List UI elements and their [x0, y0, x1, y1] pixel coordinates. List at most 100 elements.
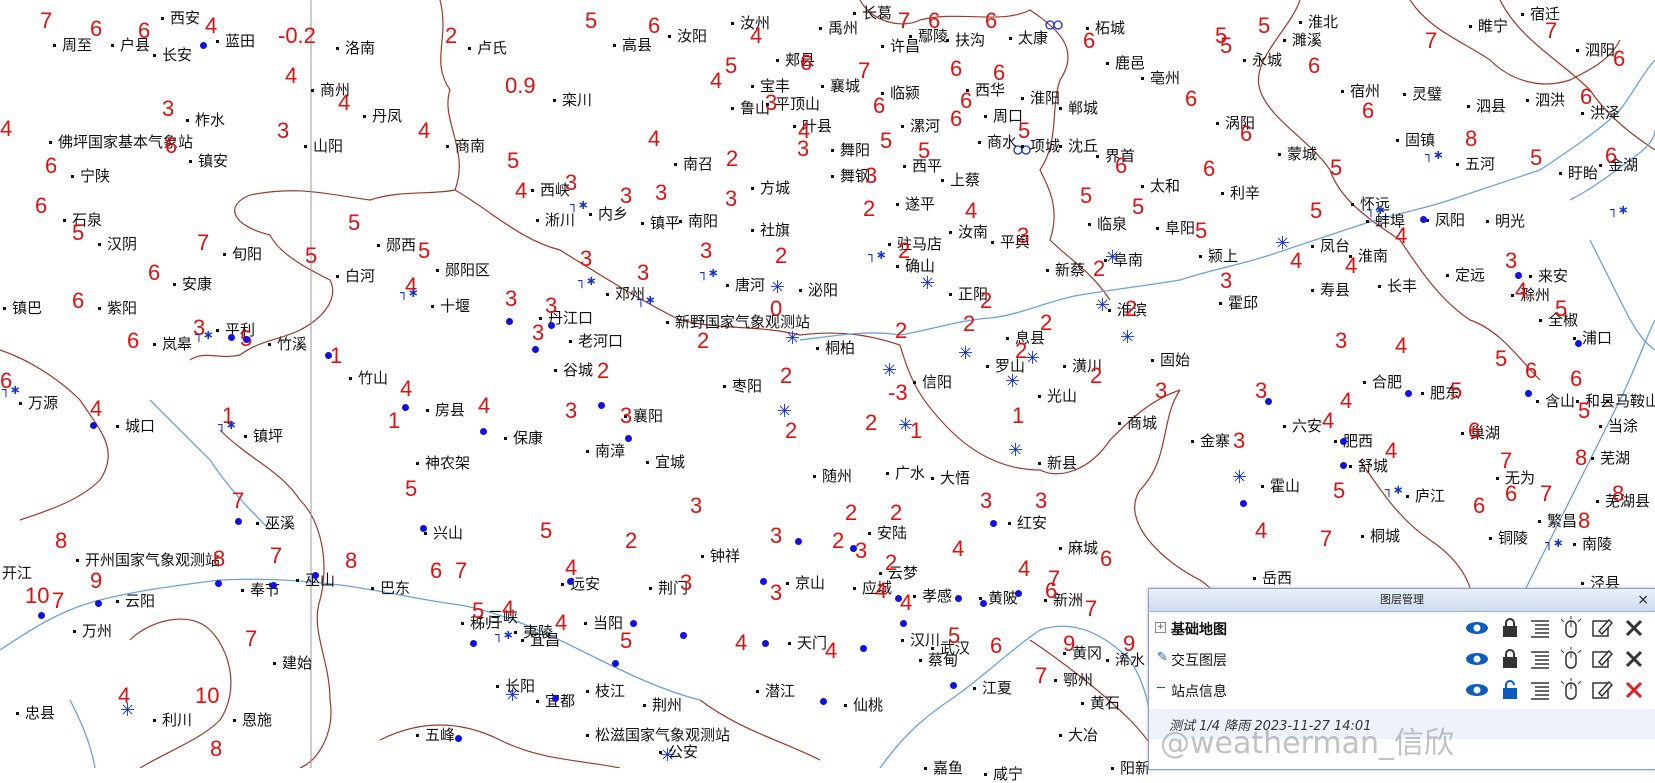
unlock-icon[interactable] [1497, 678, 1523, 702]
station-label: 内乡 [588, 205, 629, 223]
station-label: 兴山 [423, 524, 464, 542]
value-label: 7 [1540, 481, 1553, 506]
station-dot-icon [895, 595, 902, 602]
station-label: 泗洪 [1525, 91, 1566, 109]
station-dot-icon [95, 600, 102, 607]
station-label: 镇坪 [243, 427, 284, 445]
lock-icon[interactable] [1497, 616, 1523, 640]
value-label: 4 [875, 578, 888, 603]
value-label: 4 [478, 393, 491, 418]
value-label: 10 [195, 683, 220, 708]
close-icon[interactable]: × [1637, 589, 1649, 611]
station-label: 阜阳 [1155, 219, 1196, 237]
station-label: 竹溪 [267, 335, 308, 353]
lock-icon[interactable] [1497, 647, 1523, 671]
layer-row[interactable]: ✎ 交互图层 [1149, 644, 1655, 674]
value-label: 3 [162, 96, 175, 121]
delete-icon[interactable] [1621, 678, 1647, 702]
station-label: 盱眙 [1558, 164, 1599, 182]
value-label: 8 [55, 528, 68, 553]
value-label: 5 [1495, 346, 1508, 371]
station-label: 霍山 [1260, 477, 1301, 495]
station-label: 利川 [152, 711, 193, 729]
value-label: 7 [245, 626, 258, 651]
station-label: 枝江 [585, 682, 626, 700]
station-label: 栾川 [552, 91, 593, 109]
value-label: 7 [898, 8, 911, 33]
station-label: 社旗 [750, 221, 791, 239]
layer-list-icon[interactable] [1527, 616, 1553, 640]
visibility-eye-icon[interactable] [1464, 616, 1490, 640]
value-label: 4 [0, 116, 13, 141]
expand-toggle-icon[interactable]: + [1155, 622, 1166, 633]
layer-list-icon[interactable] [1527, 678, 1553, 702]
delete-icon[interactable] [1621, 616, 1647, 640]
layer-row[interactable]: ─ 站点信息 [1149, 675, 1655, 705]
value-label: 6 [1362, 98, 1375, 123]
edit-icon[interactable] [1589, 647, 1615, 671]
value-label: 8 [213, 546, 226, 571]
value-label: 6 [1613, 46, 1626, 71]
value-label: 7 [40, 8, 53, 33]
value-label: 5 [507, 148, 520, 173]
value-label: 3 [1335, 328, 1348, 353]
value-label: 7 [232, 488, 245, 513]
station-label: 谷城 [553, 361, 594, 379]
value-label: 5 [1018, 118, 1031, 143]
edit-icon[interactable] [1589, 678, 1615, 702]
station-dot-icon [1575, 340, 1582, 347]
station-dot-icon [312, 572, 319, 579]
mouse-interact-icon[interactable] [1558, 616, 1584, 640]
station-label: 巫溪 [255, 514, 296, 532]
station-label: 万州 [72, 622, 113, 640]
value-label: 5 [918, 138, 931, 163]
station-label: 宜城 [645, 453, 686, 471]
station-label: 长葛 [852, 4, 893, 22]
asterisk-icon: ✳ [958, 343, 974, 364]
delete-icon[interactable] [1621, 647, 1647, 671]
visibility-eye-icon[interactable] [1464, 678, 1490, 702]
station-label: 汝南 [948, 223, 989, 241]
value-label: 4 [1345, 253, 1358, 278]
station-dot-icon [1265, 398, 1272, 405]
value-label: 5 [880, 128, 893, 153]
value-label: 7 [1035, 663, 1048, 688]
layer-list-icon[interactable] [1527, 647, 1553, 671]
asterisk-icon: ✳ [660, 745, 676, 766]
station-dot-icon [980, 600, 987, 607]
station-label: 商水 [977, 133, 1018, 151]
station-label: 丹凤 [362, 107, 403, 125]
visibility-eye-icon[interactable] [1464, 647, 1490, 671]
station-dot-icon [567, 578, 574, 585]
station-label: 高县 [612, 36, 653, 54]
bracket-marker-icon: ┐∗ [1367, 203, 1386, 218]
value-label: 3 [865, 163, 878, 188]
mouse-interact-icon[interactable] [1558, 647, 1584, 671]
value-label: 5 [1330, 155, 1343, 180]
bracket-marker-icon: ┐∗ [1385, 483, 1404, 498]
station-label: 汝阳 [667, 27, 708, 45]
station-label: 京山 [785, 574, 826, 592]
station-dot-icon [955, 595, 962, 602]
value-label: 1 [388, 408, 401, 433]
layer-label: 基础地图 [1171, 622, 1227, 638]
layer-row[interactable]: + 基础地图 [1149, 613, 1655, 643]
station-label: 商南 [445, 137, 486, 155]
value-label: 7 [1545, 18, 1558, 43]
value-label: 6 [985, 8, 998, 33]
station-label: 灵璧 [1402, 85, 1443, 103]
mouse-interact-icon[interactable] [1558, 678, 1584, 702]
station-label: 鹿邑 [1105, 54, 1146, 72]
station-dot-icon [470, 640, 477, 647]
value-label: 6 [993, 60, 1006, 85]
edit-icon[interactable] [1589, 616, 1615, 640]
station-label: 镇安 [188, 152, 229, 170]
station-label: 长丰 [1377, 277, 1418, 295]
value-label: 4 [952, 536, 965, 561]
bracket-marker-icon: ┐∗ [570, 198, 589, 213]
value-label: 0 [770, 296, 783, 321]
value-label: 2 [832, 528, 845, 553]
layer-panel-title[interactable]: 图层管理 × [1149, 589, 1655, 612]
station-label: 黄石 [1080, 694, 1121, 712]
station-label: 洪泽 [1580, 104, 1621, 122]
